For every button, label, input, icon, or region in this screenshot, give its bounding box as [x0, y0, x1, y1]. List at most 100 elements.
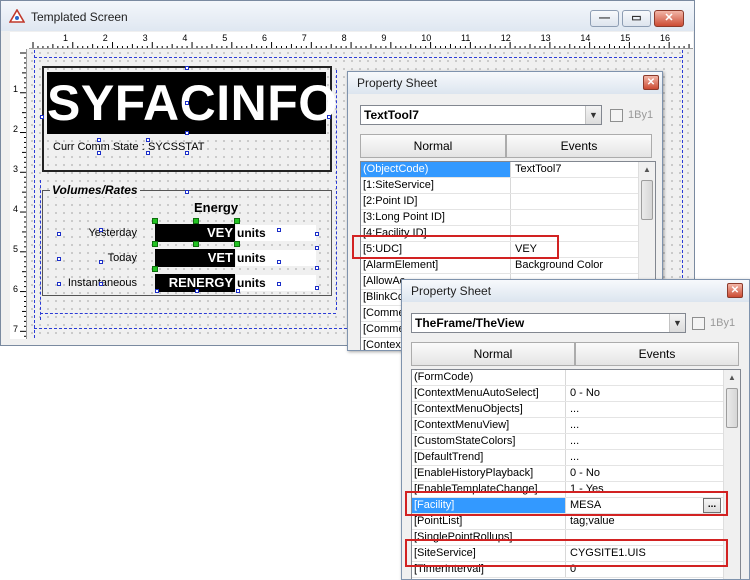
- close-icon: ✕: [664, 12, 674, 24]
- window-titlebar[interactable]: Templated Screen — ▭ ✕: [1, 1, 694, 31]
- property-row[interactable]: [ContextMenuObjects]...: [412, 402, 723, 418]
- resize-handle[interactable]: [315, 286, 319, 290]
- resize-handle[interactable]: [236, 289, 240, 293]
- tab-normal[interactable]: Normal: [411, 342, 575, 366]
- selected-handle[interactable]: [152, 218, 158, 224]
- restore-button[interactable]: ▭: [622, 10, 651, 27]
- row-label-today[interactable]: Today: [27, 252, 137, 264]
- property-value[interactable]: ...: [566, 434, 723, 449]
- volumes-title[interactable]: Volumes/Rates: [50, 183, 140, 197]
- resize-handle[interactable]: [146, 151, 150, 155]
- resize-handle[interactable]: [99, 282, 103, 286]
- resize-handle[interactable]: [97, 138, 101, 142]
- property-row[interactable]: (FormCode): [412, 370, 723, 386]
- property-value[interactable]: [511, 210, 638, 225]
- resize-handle[interactable]: [97, 151, 101, 155]
- object-selector[interactable]: TextTool7 ▼: [360, 105, 602, 125]
- scroll-up-icon[interactable]: ▲: [639, 162, 655, 178]
- property-row[interactable]: [CustomStateColors]...: [412, 434, 723, 450]
- value-yesterday[interactable]: VEY: [155, 224, 235, 242]
- property-row[interactable]: [PointList] tag;value: [412, 514, 723, 530]
- scroll-up-icon[interactable]: ▲: [724, 370, 740, 386]
- property-row[interactable]: [ContextMenuAutoSelect] 0 - No: [412, 386, 723, 402]
- resize-handle[interactable]: [57, 282, 61, 286]
- selected-handle[interactable]: [152, 241, 158, 247]
- resize-handle[interactable]: [57, 232, 61, 236]
- close-icon[interactable]: ✕: [643, 75, 659, 90]
- property-value[interactable]: [511, 194, 638, 209]
- resize-handle[interactable]: [185, 66, 189, 70]
- selected-handle[interactable]: [193, 241, 199, 247]
- resize-handle[interactable]: [185, 101, 189, 105]
- ruler-left[interactable]: 1 2 3 4 5 6 7: [10, 49, 27, 339]
- ruler-number: 15: [620, 33, 631, 43]
- tab-normal[interactable]: Normal: [360, 134, 506, 158]
- property-row[interactable]: [DefaultTrend]...: [412, 450, 723, 466]
- tab-events[interactable]: Events: [506, 134, 652, 158]
- one-by-one-label: 1By1: [710, 317, 736, 329]
- selected-handle[interactable]: [234, 218, 240, 224]
- resize-handle[interactable]: [327, 115, 331, 119]
- scroll-thumb[interactable]: [726, 388, 738, 428]
- one-by-one-checkbox[interactable]: [692, 317, 705, 330]
- resize-handle[interactable]: [155, 289, 159, 293]
- ruler-number: 3: [142, 33, 148, 43]
- property-value[interactable]: ...: [566, 418, 723, 433]
- property-value[interactable]: [511, 178, 638, 193]
- selected-handle[interactable]: [193, 218, 199, 224]
- property-row[interactable]: [1:SiteService]: [361, 178, 638, 194]
- resize-handle[interactable]: [185, 190, 189, 194]
- resize-handle[interactable]: [315, 246, 319, 250]
- property-sheet-titlebar[interactable]: Property Sheet ✕: [348, 72, 662, 94]
- units-yesterday[interactable]: units: [236, 225, 316, 241]
- property-value[interactable]: Background Color: [511, 258, 638, 273]
- object-selector[interactable]: TheFrame/TheView ▼: [411, 313, 686, 333]
- units-today[interactable]: units: [236, 250, 316, 266]
- one-by-one-checkbox[interactable]: [610, 109, 623, 122]
- property-row[interactable]: [ContextMenuView]...: [412, 418, 723, 434]
- property-row[interactable]: [2:Point ID]: [361, 194, 638, 210]
- property-value[interactable]: 0 - No: [566, 466, 723, 481]
- resize-handle[interactable]: [99, 228, 103, 232]
- row-label-yesterday[interactable]: Yesterday: [27, 227, 137, 239]
- value-today[interactable]: VET: [155, 249, 235, 267]
- resize-handle[interactable]: [185, 131, 189, 135]
- energy-header[interactable]: Energy: [194, 200, 238, 215]
- resize-handle[interactable]: [57, 257, 61, 261]
- selected-handle[interactable]: [234, 241, 240, 247]
- resize-handle[interactable]: [99, 260, 103, 264]
- resize-handle[interactable]: [195, 289, 199, 293]
- resize-handle[interactable]: [315, 232, 319, 236]
- property-row[interactable]: [EnableHistoryPlayback] 0 - No: [412, 466, 723, 482]
- chevron-down-icon[interactable]: ▼: [585, 106, 601, 124]
- property-value[interactable]: ...: [566, 450, 723, 465]
- property-row[interactable]: (ObjectCode) TextTool7: [361, 162, 638, 178]
- resize-handle[interactable]: [277, 228, 281, 232]
- row-label-instantaneous[interactable]: Instantaneous: [27, 277, 137, 289]
- property-value[interactable]: [566, 370, 723, 385]
- property-row[interactable]: [3:Long Point ID]: [361, 210, 638, 226]
- close-icon[interactable]: ✕: [727, 283, 743, 298]
- minimize-button[interactable]: —: [590, 10, 619, 27]
- resize-handle[interactable]: [40, 115, 44, 119]
- resize-handle[interactable]: [315, 266, 319, 270]
- comm-state-value[interactable]: SYCSSTAT: [148, 141, 204, 153]
- property-value[interactable]: ...: [566, 402, 723, 417]
- close-button[interactable]: ✕: [654, 10, 684, 27]
- resize-handle[interactable]: [277, 260, 281, 264]
- scroll-thumb[interactable]: [641, 180, 653, 220]
- property-value[interactable]: TextTool7: [511, 162, 638, 177]
- resize-handle[interactable]: [277, 282, 281, 286]
- ruler-top[interactable]: 1 2 3 4 5 6 7 8 9 10 11 12 13 14 15 16: [29, 32, 693, 49]
- tab-events[interactable]: Events: [575, 342, 739, 366]
- chevron-down-icon[interactable]: ▼: [669, 314, 685, 332]
- selected-handle[interactable]: [152, 266, 158, 272]
- property-value[interactable]: 0 - No: [566, 386, 723, 401]
- property-sheet-titlebar[interactable]: Property Sheet ✕: [402, 280, 749, 302]
- resize-handle[interactable]: [146, 138, 150, 142]
- resize-handle[interactable]: [185, 151, 189, 155]
- units-instantaneous[interactable]: units: [236, 275, 316, 291]
- property-value[interactable]: tag;value: [566, 514, 723, 529]
- property-row[interactable]: [AlarmElement] Background Color: [361, 258, 638, 274]
- property-name: [EnableHistoryPlayback]: [412, 466, 566, 481]
